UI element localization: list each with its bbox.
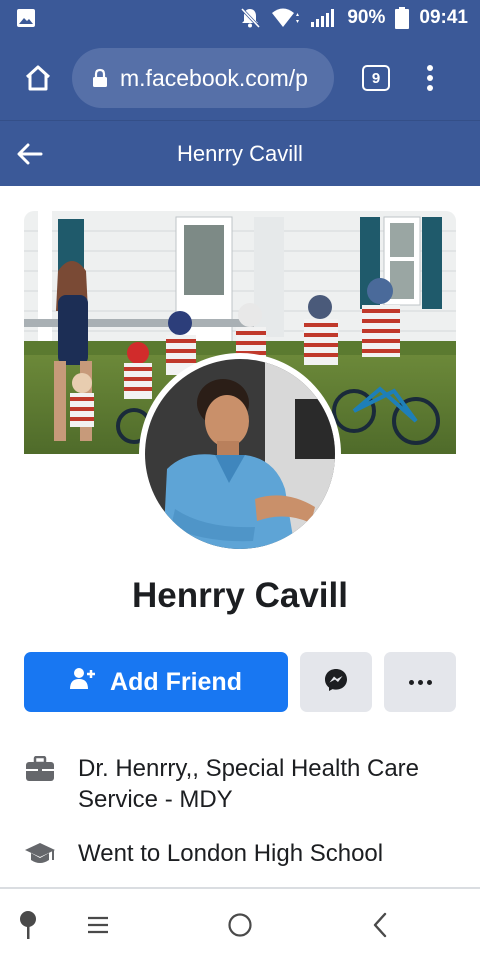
profile-name: Henrry Cavill — [132, 576, 348, 615]
briefcase-icon — [24, 753, 56, 784]
work-text: Dr. Henrry,, Special Health Care Service… — [78, 755, 420, 813]
work-info-row: Dr. Henrry,, Special Health Care Service… — [24, 753, 464, 815]
messenger-icon — [323, 667, 349, 698]
lock-icon — [92, 68, 108, 88]
overflow-menu-icon[interactable] — [420, 63, 440, 93]
education-text: Went to London High School — [78, 840, 384, 867]
back-arrow-icon[interactable] — [16, 140, 44, 168]
back-chevron-icon[interactable] — [362, 907, 398, 943]
url-text: m.facebook.com/p — [120, 64, 308, 91]
page-header: Henrry Cavill — [0, 120, 480, 186]
clock: 09:41 — [419, 7, 468, 28]
battery-icon — [395, 7, 410, 29]
system-nav-bar — [0, 889, 480, 960]
wifi-icon — [271, 8, 301, 28]
battery-percent: 90% — [347, 7, 386, 28]
more-icon[interactable] — [384, 652, 456, 712]
url-bar[interactable]: m.facebook.com/p — [72, 48, 334, 108]
image-icon — [16, 8, 36, 28]
status-bar: 90% 09:41 — [0, 0, 480, 36]
graduation-cap-icon — [24, 838, 56, 869]
recents-icon[interactable] — [80, 907, 116, 943]
profile-photo[interactable] — [139, 353, 341, 555]
add-friend-button[interactable]: Add Friend — [24, 652, 288, 712]
signal-icon — [311, 8, 337, 28]
page-title: Henrry Cavill — [177, 140, 303, 166]
pin-icon[interactable] — [10, 907, 46, 943]
add-friend-label: Add Friend — [110, 667, 242, 696]
tab-switcher-button[interactable]: 9 — [362, 65, 390, 91]
education-info-row: Went to London High School — [24, 838, 464, 869]
messenger-button[interactable] — [300, 652, 372, 712]
browser-toolbar: m.facebook.com/p 9 — [0, 36, 480, 120]
add-person-icon — [70, 667, 96, 698]
home-circle-icon[interactable] — [222, 907, 258, 943]
mute-icon — [239, 7, 261, 29]
home-icon[interactable] — [18, 58, 58, 98]
